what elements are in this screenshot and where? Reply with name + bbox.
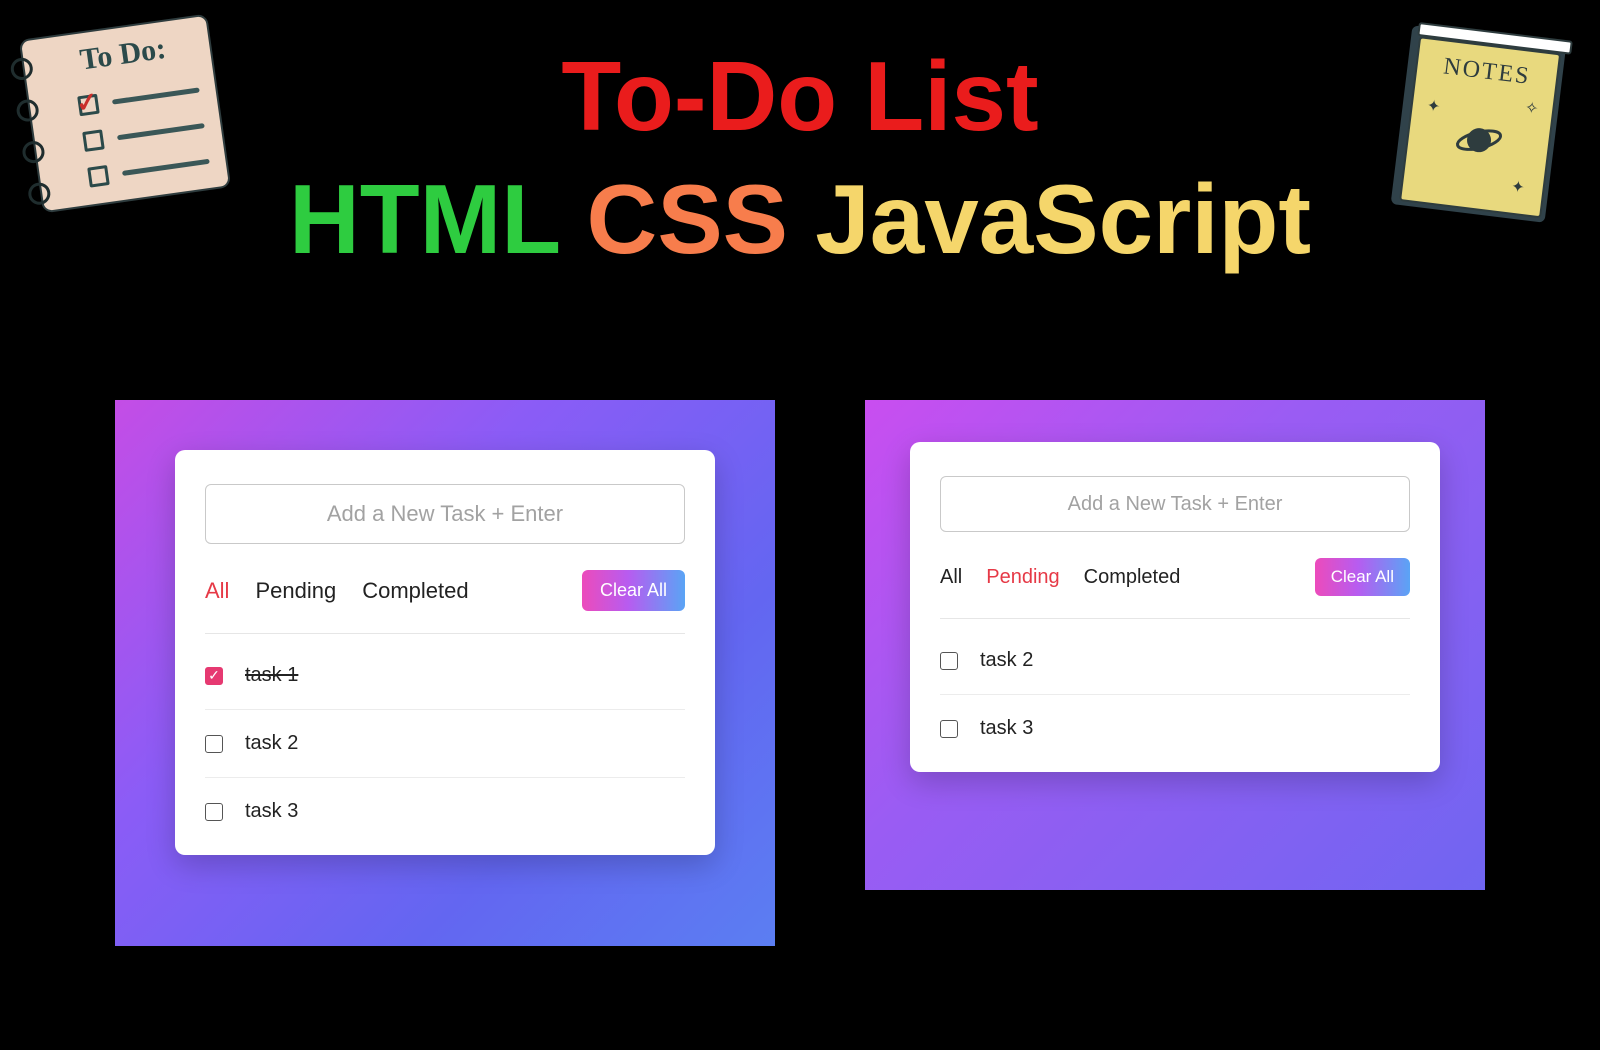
- planet-icon: [1452, 113, 1505, 166]
- task-label: task 3: [980, 717, 1033, 740]
- todo-notepad-illustration: To Do: ✓: [19, 14, 232, 214]
- notepad-line-icon: [117, 123, 205, 140]
- filter-pending[interactable]: Pending: [986, 566, 1059, 589]
- filter-pending[interactable]: Pending: [255, 578, 336, 604]
- task-row: task 3: [940, 695, 1410, 762]
- filter-row: All Pending Completed Clear All: [940, 558, 1410, 619]
- page-subtitle: HTML CSS JavaScript: [0, 163, 1600, 276]
- filter-completed[interactable]: Completed: [1084, 566, 1181, 589]
- todo-app-panel-all: All Pending Completed Clear All ✓ task 1…: [115, 400, 775, 946]
- task-label: task 1: [245, 664, 298, 687]
- task-checkbox[interactable]: ✓: [205, 667, 223, 685]
- filter-all[interactable]: All: [940, 566, 962, 589]
- header: To-Do List HTML CSS JavaScript: [0, 0, 1600, 276]
- notepad-line-icon: [112, 87, 200, 104]
- notepad-line-icon: [122, 159, 210, 176]
- task-label: task 3: [245, 800, 298, 823]
- new-task-input[interactable]: [940, 476, 1410, 532]
- notes-book-illustration: NOTES ✦ ✧ ✦: [1391, 25, 1567, 223]
- star-icon: ✧: [1524, 98, 1540, 119]
- filter-tabs: All Pending Completed: [940, 566, 1180, 589]
- filter-all[interactable]: All: [205, 578, 229, 604]
- todo-card: All Pending Completed Clear All task 2 t…: [910, 442, 1440, 772]
- filter-row: All Pending Completed Clear All: [205, 570, 685, 634]
- tech-html: HTML: [289, 164, 559, 274]
- clear-all-button[interactable]: Clear All: [1315, 558, 1410, 596]
- task-label: task 2: [980, 649, 1033, 672]
- todo-app-panel-pending: All Pending Completed Clear All task 2 t…: [865, 400, 1485, 890]
- star-icon: ✦: [1426, 96, 1442, 117]
- todo-card: All Pending Completed Clear All ✓ task 1…: [175, 450, 715, 855]
- task-row: task 2: [205, 710, 685, 778]
- task-list: task 2 task 3: [940, 627, 1410, 762]
- task-checkbox[interactable]: [940, 720, 958, 738]
- task-row: task 3: [205, 778, 685, 845]
- new-task-input[interactable]: [205, 484, 685, 544]
- notepad-checkbox-icon: [87, 165, 110, 188]
- task-checkbox[interactable]: [940, 652, 958, 670]
- tech-css: CSS: [587, 164, 789, 274]
- notepad-checkbox-icon: [82, 129, 105, 152]
- tech-js: JavaScript: [815, 164, 1311, 274]
- star-icon: ✦: [1510, 177, 1526, 198]
- notebook-cover: NOTES ✦ ✧ ✦: [1399, 36, 1561, 218]
- filter-completed[interactable]: Completed: [362, 578, 468, 604]
- task-checkbox[interactable]: [205, 735, 223, 753]
- notepad-checkmark-icon: ✓: [74, 86, 100, 120]
- task-list: ✓ task 1 task 2 task 3: [205, 642, 685, 845]
- filter-tabs: All Pending Completed: [205, 578, 469, 604]
- task-label: task 2: [245, 732, 298, 755]
- notebook-title: NOTES: [1416, 50, 1557, 94]
- task-checkbox[interactable]: [205, 803, 223, 821]
- task-row: ✓ task 1: [205, 642, 685, 710]
- task-row: task 2: [940, 627, 1410, 695]
- clear-all-button[interactable]: Clear All: [582, 570, 685, 611]
- page-title: To-Do List: [0, 40, 1600, 153]
